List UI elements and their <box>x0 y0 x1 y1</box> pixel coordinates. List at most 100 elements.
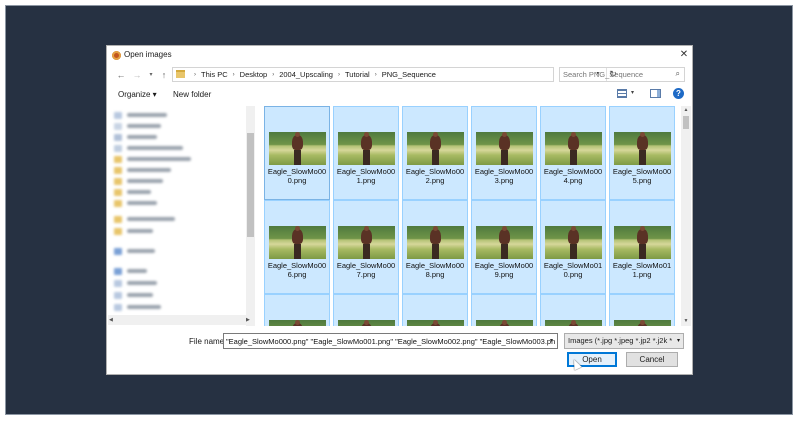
file-name: Eagle_SlowMo005.png <box>612 167 672 185</box>
image-thumbnail <box>614 226 671 259</box>
file-item[interactable]: Eagle_SlowMo009.png <box>471 200 537 294</box>
scroll-right-icon[interactable]: ▶ <box>246 315 250 325</box>
navigation-pane[interactable] <box>108 106 246 326</box>
image-thumbnail <box>476 320 533 326</box>
file-item[interactable] <box>333 294 399 326</box>
breadcrumb-item[interactable]: This PC <box>201 70 228 79</box>
chevron-right-icon: › <box>232 71 235 78</box>
file-item[interactable]: Eagle_SlowMo008.png <box>402 200 468 294</box>
up-button[interactable]: ↑ <box>158 69 170 81</box>
file-name: Eagle_SlowMo002.png <box>405 167 465 185</box>
file-item[interactable]: Eagle_SlowMo011.png <box>609 200 675 294</box>
dialog-title: Open images <box>124 50 172 59</box>
scroll-up-icon[interactable]: ▲ <box>681 106 691 115</box>
image-thumbnail <box>338 226 395 259</box>
breadcrumb-item[interactable]: Tutorial <box>345 70 370 79</box>
file-name-dropdown[interactable]: ▾ <box>550 337 553 344</box>
navigation-scroll-thumb[interactable] <box>247 133 254 237</box>
chevron-right-icon: › <box>374 71 377 78</box>
image-thumbnail <box>614 132 671 165</box>
file-item[interactable]: Eagle_SlowMo002.png <box>402 106 468 200</box>
image-thumbnail <box>545 320 602 326</box>
file-name: Eagle_SlowMo000.png <box>267 167 327 185</box>
image-thumbnail <box>269 226 326 259</box>
image-thumbnail <box>338 320 395 326</box>
file-name: Eagle_SlowMo011.png <box>612 261 672 279</box>
view-options-dropdown[interactable]: ▾ <box>631 89 634 96</box>
app-icon <box>112 51 121 60</box>
chevron-down-icon: ▾ <box>149 72 153 78</box>
file-name: Eagle_SlowMo009.png <box>474 261 534 279</box>
breadcrumb-item[interactable]: PNG_Sequence <box>382 70 436 79</box>
file-name-input[interactable] <box>223 333 558 349</box>
new-folder-button[interactable]: New folder <box>173 90 211 99</box>
file-item[interactable]: Eagle_SlowMo007.png <box>333 200 399 294</box>
chevron-down-icon: ▾ <box>676 338 680 344</box>
chevron-down-icon: ▾ <box>550 338 554 344</box>
open-images-dialog: Open images ✕ ← → ▾ ↑ › This PC › Deskto… <box>106 45 693 375</box>
folder-icon <box>176 70 185 78</box>
search-box: ⌕ <box>559 67 685 82</box>
file-name: Eagle_SlowMo001.png <box>336 167 396 185</box>
file-item[interactable] <box>540 294 606 326</box>
change-view-icon[interactable] <box>617 89 627 98</box>
file-item[interactable] <box>402 294 468 326</box>
image-thumbnail <box>476 226 533 259</box>
file-item[interactable] <box>471 294 537 326</box>
file-item[interactable] <box>609 294 675 326</box>
file-type-filter-label: Images (*.jpg *.jpeg *.jp2 *.j2k * <box>568 336 673 345</box>
file-name-label: File name: <box>189 337 227 346</box>
file-item[interactable]: Eagle_SlowMo006.png <box>264 200 330 294</box>
preview-pane-icon[interactable] <box>650 89 661 98</box>
scroll-down-icon[interactable]: ▼ <box>681 317 691 326</box>
file-item[interactable]: Eagle_SlowMo005.png <box>609 106 675 200</box>
file-item[interactable] <box>264 294 330 326</box>
image-thumbnail <box>407 132 464 165</box>
chevron-right-icon: › <box>337 71 340 78</box>
file-list: Eagle_SlowMo000.png Eagle_SlowMo001.png Ea… <box>264 106 678 326</box>
image-thumbnail <box>407 226 464 259</box>
recent-locations-button[interactable]: ▾ <box>145 69 157 81</box>
back-button[interactable]: ← <box>115 69 127 81</box>
navigation-horizontal-scrollbar[interactable]: ◀ ▶ <box>108 315 254 325</box>
breadcrumb-item[interactable]: 2004_Upscaling <box>279 70 333 79</box>
close-icon: ✕ <box>679 49 689 60</box>
image-thumbnail <box>269 132 326 165</box>
file-list-scrollbar[interactable]: ▲ ▼ <box>681 106 691 326</box>
search-icon: ⌕ <box>675 69 680 78</box>
help-icon[interactable]: ? <box>673 88 684 99</box>
close-button[interactable]: ✕ <box>676 47 692 62</box>
organize-button[interactable]: Organize ▾ <box>118 90 157 99</box>
file-item[interactable]: Eagle_SlowMo003.png <box>471 106 537 200</box>
file-item[interactable]: Eagle_SlowMo000.png <box>264 106 330 200</box>
image-thumbnail <box>338 132 395 165</box>
image-thumbnail <box>545 132 602 165</box>
scroll-left-icon[interactable]: ◀ <box>109 315 113 325</box>
file-name: Eagle_SlowMo003.png <box>474 167 534 185</box>
file-name: Eagle_SlowMo004.png <box>543 167 603 185</box>
breadcrumb: › This PC › Desktop › 2004_Upscaling › T… <box>189 70 436 79</box>
file-item[interactable]: Eagle_SlowMo010.png <box>540 200 606 294</box>
file-name: Eagle_SlowMo010.png <box>543 261 603 279</box>
address-bar[interactable]: › This PC › Desktop › 2004_Upscaling › T… <box>172 67 617 82</box>
file-name: Eagle_SlowMo007.png <box>336 261 396 279</box>
chevron-right-icon: › <box>194 71 196 78</box>
arrow-up-icon: ↑ <box>161 70 167 80</box>
search-input[interactable] <box>563 69 667 80</box>
arrow-right-icon: → <box>132 70 142 80</box>
forward-button[interactable]: → <box>131 69 143 81</box>
file-name: Eagle_SlowMo008.png <box>405 261 465 279</box>
image-thumbnail <box>407 320 464 326</box>
file-name: Eagle_SlowMo006.png <box>267 261 327 279</box>
screen-frame: Open images ✕ ← → ▾ ↑ › This PC › Deskto… <box>5 5 793 415</box>
file-type-filter[interactable]: Images (*.jpg *.jpeg *.jp2 *.j2k * ▾ <box>564 333 684 349</box>
cancel-button[interactable]: Cancel <box>626 352 678 367</box>
image-thumbnail <box>614 320 671 326</box>
file-item[interactable]: Eagle_SlowMo004.png <box>540 106 606 200</box>
image-thumbnail <box>545 226 602 259</box>
chevron-right-icon: › <box>272 71 275 78</box>
image-thumbnail <box>269 320 326 326</box>
scroll-thumb[interactable] <box>683 116 689 129</box>
breadcrumb-item[interactable]: Desktop <box>240 70 268 79</box>
file-item[interactable]: Eagle_SlowMo001.png <box>333 106 399 200</box>
